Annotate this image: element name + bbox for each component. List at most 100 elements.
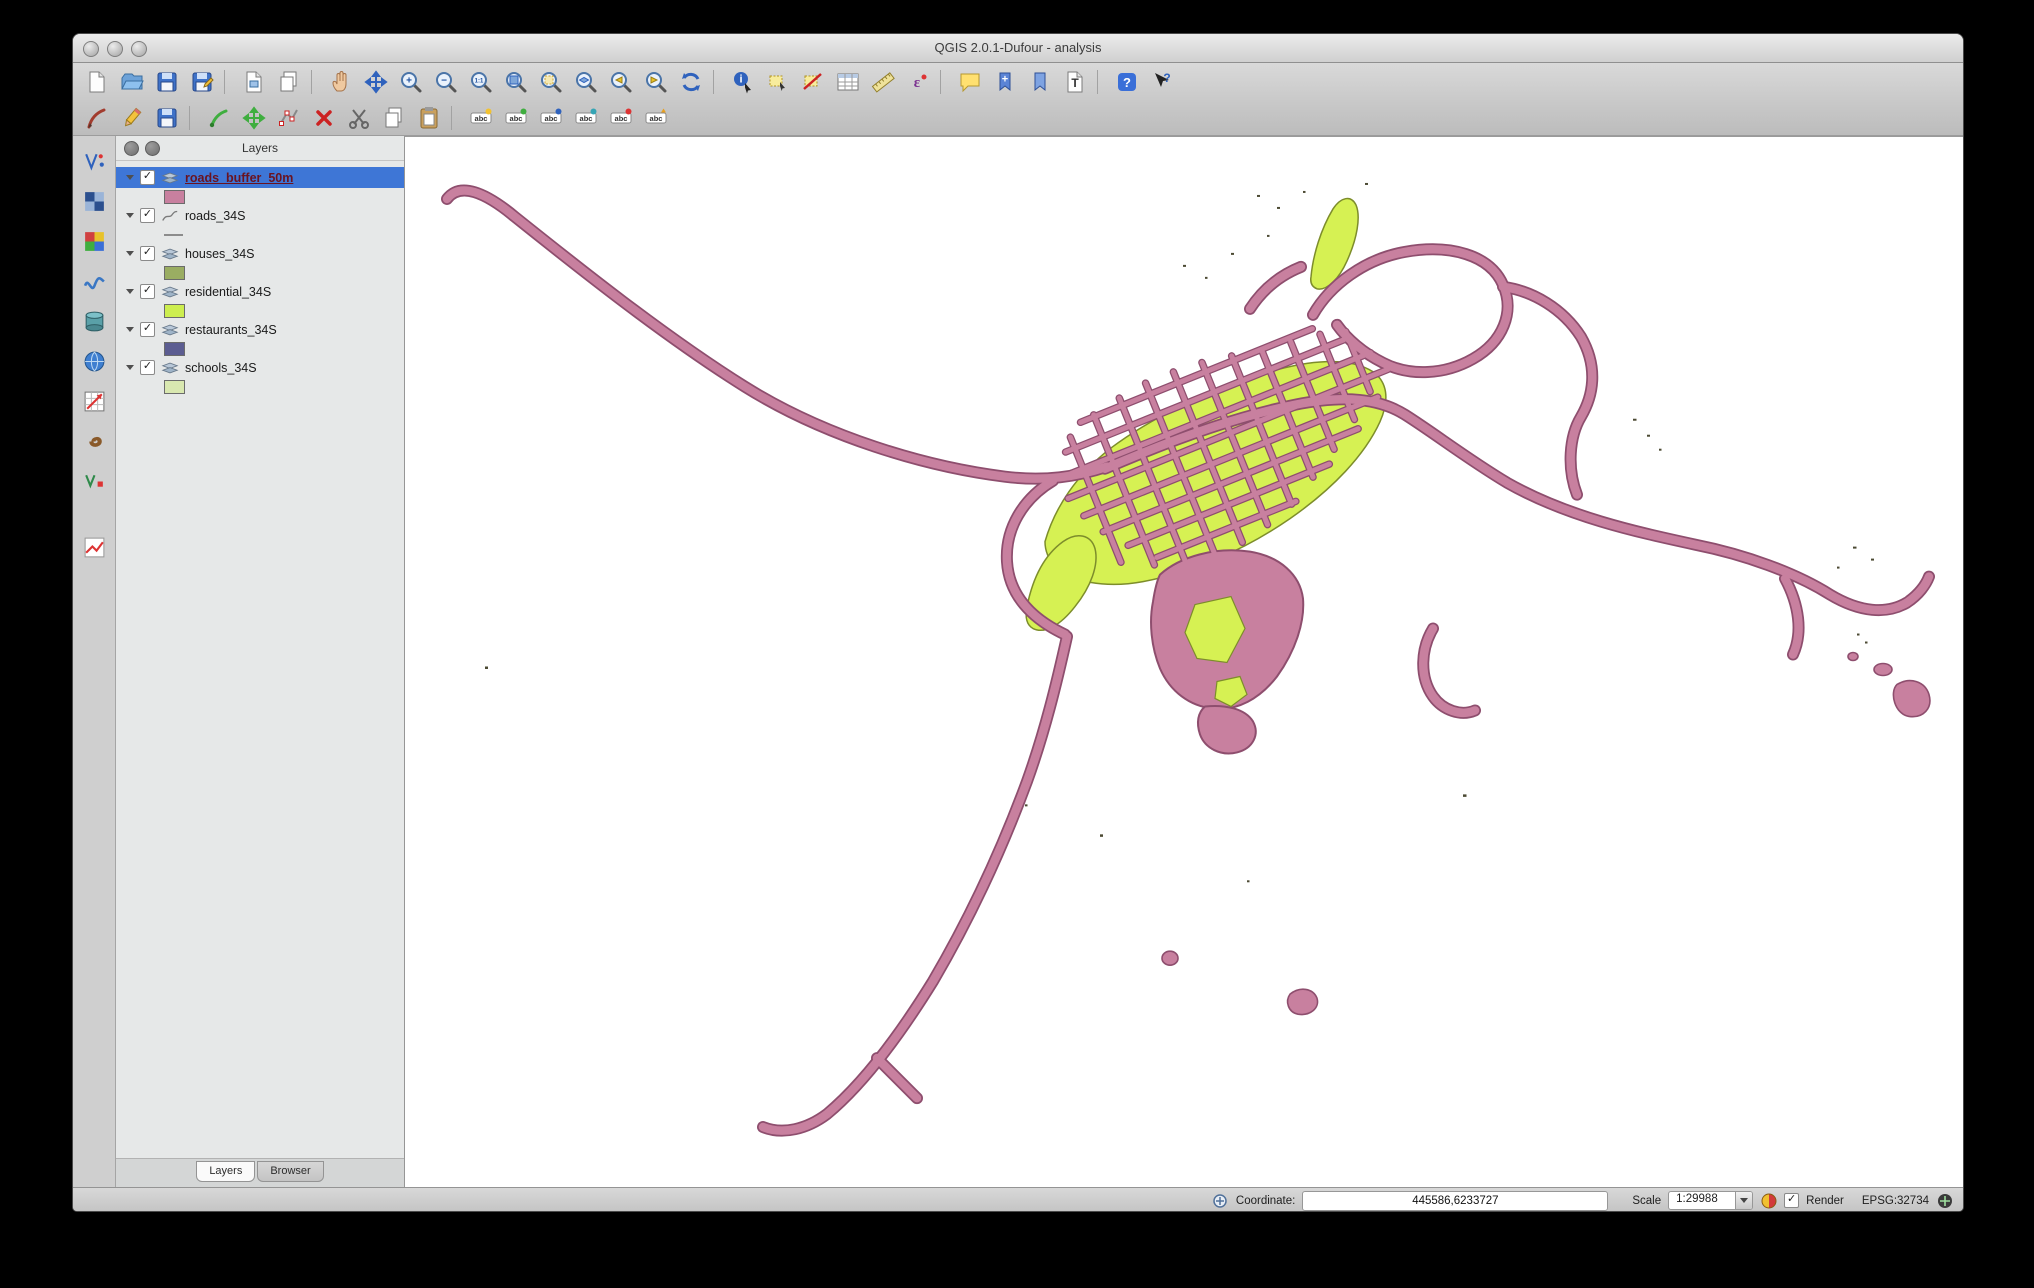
road-graph-icon[interactable]	[81, 534, 108, 561]
text-bubble-annotation-icon[interactable]	[954, 67, 986, 97]
new-print-composer-icon[interactable]	[238, 67, 270, 97]
checkbox-tick: ✓	[142, 246, 153, 258]
whats-this-icon[interactable]: ?	[1146, 67, 1178, 97]
web-services-icon[interactable]	[81, 348, 108, 375]
digitizing-toolbar: abc abc abc abc abc abc	[73, 101, 1963, 136]
layer-checkbox[interactable]: ✓	[140, 246, 155, 261]
layer-item-roads-34s[interactable]: ✓ roads_34S	[116, 205, 404, 226]
coordinate-input[interactable]	[1302, 1190, 1609, 1211]
move-feature-icon[interactable]	[238, 103, 270, 133]
svg-text:abc: abc	[545, 114, 558, 123]
label-properties-icon[interactable]: abc	[605, 103, 637, 133]
layer-checkbox[interactable]: ✓	[140, 322, 155, 337]
layers-panel-title: Layers	[241, 141, 279, 155]
expander-icon[interactable]	[126, 289, 134, 294]
delete-selected-icon[interactable]	[308, 103, 340, 133]
checkbox-tick: ✓	[142, 322, 153, 334]
tab-layers[interactable]: Layers	[196, 1161, 256, 1182]
layer-item-residential-34s[interactable]: ✓ residential_34S	[116, 281, 404, 302]
toolbar-separator	[224, 70, 232, 94]
layer-block: ✓ restaurants_34S	[116, 319, 404, 357]
pan-to-selection-icon[interactable]	[360, 67, 392, 97]
toolbar-separator	[451, 106, 459, 130]
database-icon[interactable]	[81, 308, 108, 335]
expander-icon[interactable]	[126, 251, 134, 256]
layers-panel-header: Layers	[116, 136, 404, 161]
color-raster-icon[interactable]	[81, 228, 108, 255]
new-project-icon[interactable]	[81, 67, 113, 97]
zoom-next-icon[interactable]	[640, 67, 672, 97]
zoom-in-icon[interactable]: +	[395, 67, 427, 97]
expander-icon[interactable]	[126, 365, 134, 370]
toggle-editing-icon[interactable]	[116, 103, 148, 133]
interpolation-icon[interactable]	[81, 268, 108, 295]
layer-item-schools-34s[interactable]: ✓ schools_34S	[116, 357, 404, 378]
layer-item-roads-buffer-50m[interactable]: ✓ roads_buffer_50m	[116, 167, 404, 188]
save-project-as-icon[interactable]	[186, 67, 218, 97]
new-bookmark-icon[interactable]: +	[989, 67, 1021, 97]
label-move-icon[interactable]: abc	[535, 103, 567, 133]
render-checkbox[interactable]: ✓	[1784, 1193, 1800, 1208]
layer-name: houses_34S	[185, 246, 255, 261]
composer-manager-icon[interactable]	[273, 67, 305, 97]
label-add-icon[interactable]: abc	[500, 103, 532, 133]
paste-features-icon[interactable]	[413, 103, 445, 133]
layer-checkbox[interactable]: ✓	[140, 284, 155, 299]
label-rotate-icon[interactable]: abc	[570, 103, 602, 133]
open-project-icon[interactable]	[116, 67, 148, 97]
scale-combo-arrow[interactable]	[1735, 1192, 1753, 1209]
svg-text:abc: abc	[510, 114, 523, 123]
refresh-map-icon[interactable]	[675, 67, 707, 97]
layer-checkbox[interactable]: ✓	[140, 208, 155, 223]
layer-type-icon	[161, 285, 179, 299]
heatmap-icon[interactable]	[81, 428, 108, 455]
current-edits-icon[interactable]	[81, 103, 113, 133]
help-contents-icon[interactable]: ?	[1111, 67, 1143, 97]
copy-features-icon[interactable]	[378, 103, 410, 133]
zoom-full-extent-icon[interactable]	[500, 67, 532, 97]
zoom-last-icon[interactable]	[605, 67, 637, 97]
cut-features-icon[interactable]	[343, 103, 375, 133]
identify-features-icon[interactable]: i	[727, 67, 759, 97]
show-bookmarks-icon[interactable]	[1024, 67, 1056, 97]
add-feature-icon[interactable]	[203, 103, 235, 133]
vector-tools-icon[interactable]	[81, 148, 108, 175]
titlebar[interactable]: QGIS 2.0.1-Dufour - analysis	[73, 34, 1963, 63]
map-canvas[interactable]	[405, 136, 1963, 1187]
zoom-out-icon[interactable]: −	[430, 67, 462, 97]
measure-line-icon[interactable]	[867, 67, 899, 97]
layer-swatch	[164, 341, 185, 356]
checkbox-tick: ✓	[142, 170, 153, 182]
layer-checkbox[interactable]: ✓	[140, 170, 155, 185]
map-svg	[405, 182, 1963, 1187]
expander-icon[interactable]	[126, 213, 134, 218]
pan-map-icon[interactable]	[325, 67, 357, 97]
save-layer-edits-icon[interactable]	[151, 103, 183, 133]
zoom-actual-size-icon[interactable]: 1:1	[465, 67, 497, 97]
label-pin-icon[interactable]: abc	[640, 103, 672, 133]
layer-item-restaurants-34s[interactable]: ✓ restaurants_34S	[116, 319, 404, 340]
save-project-icon[interactable]	[151, 67, 183, 97]
show-statistics-icon[interactable]: ε	[902, 67, 934, 97]
text-annotation-icon[interactable]: T	[1059, 67, 1091, 97]
extent-icon[interactable]	[1212, 1192, 1229, 1209]
expander-icon[interactable]	[126, 175, 134, 180]
georeferencer-icon[interactable]	[81, 388, 108, 415]
node-tool-icon[interactable]	[273, 103, 305, 133]
select-features-icon[interactable]	[762, 67, 794, 97]
zoom-to-layer-icon[interactable]	[570, 67, 602, 97]
topology-checker-icon[interactable]	[81, 468, 108, 495]
label-settings-icon[interactable]: abc	[465, 103, 497, 133]
scale-combo[interactable]: 1:29988	[1668, 1191, 1754, 1210]
stop-render-icon[interactable]	[1760, 1192, 1777, 1209]
open-attribute-table-icon[interactable]	[832, 67, 864, 97]
layer-checkbox[interactable]: ✓	[140, 360, 155, 375]
tab-browser[interactable]: Browser	[257, 1161, 324, 1182]
toolbar-separator	[940, 70, 948, 94]
deselect-features-icon[interactable]	[797, 67, 829, 97]
expander-icon[interactable]	[126, 327, 134, 332]
raster-tools-icon[interactable]	[81, 188, 108, 215]
crs-status-icon[interactable]	[1936, 1192, 1953, 1209]
layer-item-houses-34s[interactable]: ✓ houses_34S	[116, 243, 404, 264]
zoom-to-selection-icon[interactable]	[535, 67, 567, 97]
